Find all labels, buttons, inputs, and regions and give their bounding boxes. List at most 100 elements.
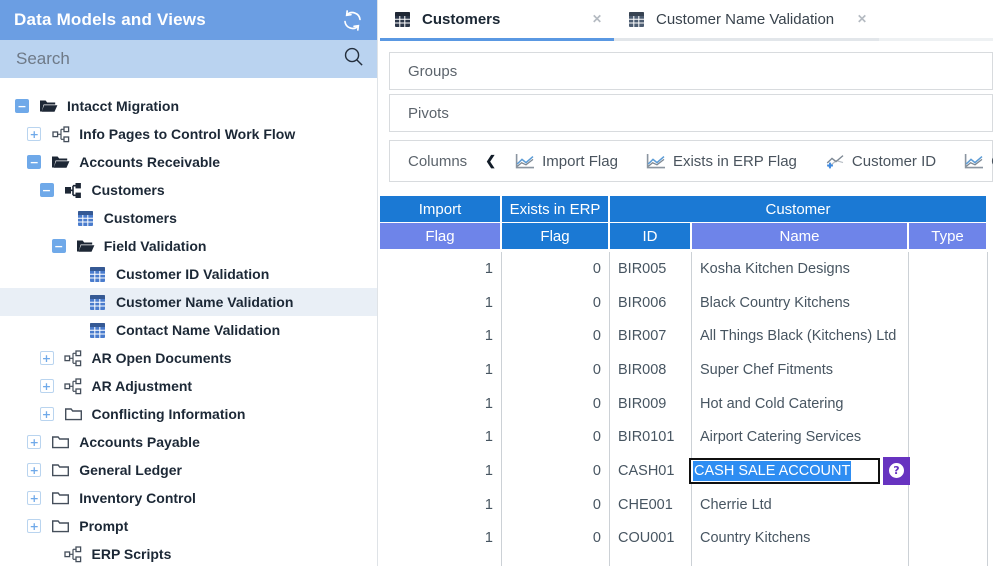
- cell-exists-flag[interactable]: 0: [502, 286, 610, 320]
- cell-customer-id[interactable]: BIR009: [610, 387, 692, 421]
- cell-import-flag[interactable]: 1: [380, 522, 502, 556]
- header-import-flag[interactable]: Flag: [380, 223, 502, 249]
- column-chip-exists-in-erp-flag[interactable]: Exists in ERP Flag: [645, 153, 797, 170]
- cell-exists-flag[interactable]: 0: [502, 522, 610, 556]
- tree-item-ar-adjustment[interactable]: + AR Adjustment: [0, 372, 377, 400]
- cell-import-flag[interactable]: 1: [380, 420, 502, 454]
- cell-customer-type[interactable]: [909, 319, 988, 353]
- tab-customers[interactable]: Customers✕: [380, 0, 614, 41]
- tree-item-erp-scripts[interactable]: ERP Scripts: [0, 540, 377, 566]
- expand-icon[interactable]: +: [27, 491, 41, 505]
- collapse-icon[interactable]: −: [27, 155, 41, 169]
- search-bar[interactable]: [0, 40, 377, 78]
- header-customer-group[interactable]: Customer: [610, 196, 988, 222]
- cell-customer-name[interactable]: CASH SALE ACCOUNT ?: [692, 454, 909, 488]
- cell-customer-type[interactable]: [909, 420, 988, 454]
- expand-icon[interactable]: +: [40, 379, 54, 393]
- cell-customer-name[interactable]: Super Chef Fitments: [692, 353, 909, 387]
- cell-customer-name[interactable]: Hot and Cold Catering: [692, 387, 909, 421]
- cell-customer-id[interactable]: BIR006: [610, 286, 692, 320]
- cell-customer-name[interactable]: Cherrie Ltd: [692, 488, 909, 522]
- expand-icon[interactable]: +: [40, 407, 54, 421]
- cell-customer-id[interactable]: BIR007: [610, 319, 692, 353]
- cell-customer-name[interactable]: Black Country Kitchens: [692, 286, 909, 320]
- search-icon[interactable]: [342, 45, 365, 73]
- pivots-dropzone[interactable]: Pivots: [389, 94, 993, 132]
- cell-exists-flag[interactable]: 0: [502, 252, 610, 286]
- cell-exists-flag[interactable]: 0: [502, 387, 610, 421]
- column-chip-customer-name[interactable]: Customer Name: [963, 153, 993, 170]
- cell-import-flag[interactable]: 1: [380, 387, 502, 421]
- header-customer-type[interactable]: Type: [909, 223, 988, 249]
- tree-item-intacct-migration[interactable]: − Intacct Migration: [0, 92, 377, 120]
- header-customer-name[interactable]: Name: [692, 223, 909, 249]
- tree-item-inventory-control[interactable]: + Inventory Control: [0, 484, 377, 512]
- tree-item-accounts-payable[interactable]: + Accounts Payable: [0, 428, 377, 456]
- tree-item-general-ledger[interactable]: + General Ledger: [0, 456, 377, 484]
- tree-item-customer-name-validation[interactable]: Customer Name Validation: [0, 288, 377, 316]
- header-import-group[interactable]: Import: [380, 196, 502, 222]
- help-badge[interactable]: ?: [883, 457, 910, 485]
- cell-customer-name[interactable]: Country Kitchens: [692, 522, 909, 556]
- column-chip-import-flag[interactable]: Import Flag: [514, 153, 618, 170]
- cell-customer-type[interactable]: [909, 522, 988, 556]
- expand-icon[interactable]: +: [27, 127, 41, 141]
- tree-item-field-validation[interactable]: − Field Validation: [0, 232, 377, 260]
- tab-customer-name-validation[interactable]: Customer Name Validation✕: [614, 0, 879, 41]
- refresh-icon[interactable]: [339, 7, 365, 33]
- cell-customer-type[interactable]: [909, 387, 988, 421]
- cell-customer-id[interactable]: CHE001: [610, 488, 692, 522]
- cell-import-flag[interactable]: 1: [380, 319, 502, 353]
- cell-import-flag[interactable]: 1: [380, 488, 502, 522]
- cell-exists-flag[interactable]: 0: [502, 488, 610, 522]
- cell-customer-id[interactable]: BIR005: [610, 252, 692, 286]
- collapse-icon[interactable]: −: [52, 239, 66, 253]
- header-exists-flag[interactable]: Flag: [502, 223, 610, 249]
- column-chip-customer-id[interactable]: Customer ID: [824, 153, 936, 170]
- chevron-left-icon[interactable]: ❮: [485, 153, 496, 169]
- tree-item-label: Contact Name Validation: [116, 322, 280, 338]
- cell-import-flag[interactable]: 1: [380, 454, 502, 488]
- cell-exists-flag[interactable]: 0: [502, 353, 610, 387]
- collapse-icon[interactable]: −: [40, 183, 54, 197]
- tree-item-contact-name-validation[interactable]: Contact Name Validation: [0, 316, 377, 344]
- groups-dropzone[interactable]: Groups: [389, 52, 993, 90]
- cell-import-flag[interactable]: 1: [380, 252, 502, 286]
- cell-customer-name[interactable]: Airport Catering Services: [692, 420, 909, 454]
- search-input[interactable]: [14, 48, 342, 70]
- tree-item-customers[interactable]: Customers: [0, 204, 377, 232]
- tab-close-icon[interactable]: ✕: [572, 12, 602, 26]
- tree-item-ar-open-documents[interactable]: + AR Open Documents: [0, 344, 377, 372]
- cell-exists-flag[interactable]: 0: [502, 454, 610, 488]
- tree-item-info-pages-to-control-work-flow[interactable]: + Info Pages to Control Work Flow: [0, 120, 377, 148]
- tree-item-conflicting-information[interactable]: + Conflicting Information: [0, 400, 377, 428]
- cell-customer-type[interactable]: [909, 488, 988, 522]
- cell-customer-id[interactable]: BIR0101: [610, 420, 692, 454]
- cell-customer-type[interactable]: [909, 454, 988, 488]
- cell-customer-name[interactable]: Kosha Kitchen Designs: [692, 252, 909, 286]
- cell-customer-id[interactable]: CASH01: [610, 454, 692, 488]
- expand-icon[interactable]: +: [27, 463, 41, 477]
- cell-customer-type[interactable]: [909, 252, 988, 286]
- tab-close-icon[interactable]: ✕: [837, 12, 867, 26]
- cell-exists-flag[interactable]: 0: [502, 420, 610, 454]
- header-exists-group[interactable]: Exists in ERP: [502, 196, 610, 222]
- expand-icon[interactable]: +: [27, 435, 41, 449]
- cell-exists-flag[interactable]: 0: [502, 319, 610, 353]
- expand-icon[interactable]: +: [27, 519, 41, 533]
- cell-customer-name[interactable]: All Things Black (Kitchens) Ltd: [692, 319, 909, 353]
- expand-icon[interactable]: +: [40, 351, 54, 365]
- cell-edit-input[interactable]: CASH SALE ACCOUNT: [689, 458, 880, 484]
- cell-customer-type[interactable]: [909, 353, 988, 387]
- header-customer-id[interactable]: ID: [610, 223, 692, 249]
- cell-import-flag[interactable]: 1: [380, 353, 502, 387]
- tree-item-customers[interactable]: − Customers: [0, 176, 377, 204]
- cell-customer-id[interactable]: BIR008: [610, 353, 692, 387]
- tree-item-prompt[interactable]: + Prompt: [0, 512, 377, 540]
- tree-item-accounts-receivable[interactable]: − Accounts Receivable: [0, 148, 377, 176]
- cell-import-flag[interactable]: 1: [380, 286, 502, 320]
- cell-customer-type[interactable]: [909, 286, 988, 320]
- tree-item-customer-id-validation[interactable]: Customer ID Validation: [0, 260, 377, 288]
- cell-customer-id[interactable]: COU001: [610, 522, 692, 556]
- collapse-icon[interactable]: −: [15, 99, 29, 113]
